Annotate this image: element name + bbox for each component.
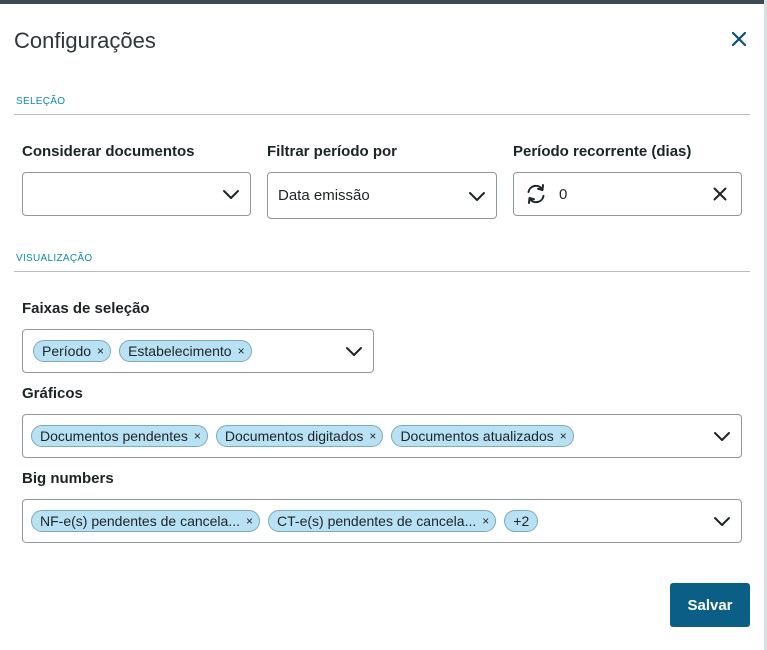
chip-label: CT-e(s) pendentes de cancela... (277, 513, 477, 529)
refresh-icon (527, 184, 545, 204)
clear-icon (713, 187, 727, 201)
chip-label: Estabelecimento (128, 343, 232, 359)
section-visualization-heading: VISUALIZAÇÃO (16, 253, 93, 264)
remove-chip-icon[interactable]: × (246, 514, 253, 528)
consider-documents-select[interactable] (22, 172, 251, 216)
chip-label: NF-e(s) pendentes de cancela... (40, 513, 240, 529)
remove-chip-icon[interactable]: × (482, 514, 489, 528)
chevron-down-icon (223, 190, 239, 199)
remove-chip-icon[interactable]: × (97, 344, 104, 358)
chevron-down-icon (714, 517, 730, 526)
chip: Período × (33, 340, 112, 362)
chip: Documentos atualizados × (391, 425, 574, 447)
more-chips-badge[interactable]: +2 (504, 510, 539, 532)
section-selection-divider (14, 114, 750, 115)
dialog-title: Configurações (14, 28, 156, 53)
chevron-down-icon (346, 347, 362, 356)
filter-period-label: Filtrar período por (267, 143, 398, 160)
big-numbers-label: Big numbers (22, 470, 114, 487)
chip-label: Documentos digitados (224, 428, 364, 444)
charts-label: Gráficos (22, 385, 83, 402)
close-icon (732, 32, 746, 46)
consider-documents-label: Considerar documentos (22, 143, 195, 160)
remove-chip-icon[interactable]: × (238, 344, 245, 358)
charts-multiselect[interactable]: Documentos pendentes × Documentos digita… (22, 414, 742, 458)
clear-button[interactable] (713, 187, 727, 201)
recurring-period-input[interactable]: 0 (513, 172, 742, 216)
chip-label: Documentos pendentes (40, 428, 188, 444)
remove-chip-icon[interactable]: × (560, 429, 567, 443)
chip: Documentos pendentes × (31, 425, 208, 447)
remove-chip-icon[interactable]: × (369, 429, 376, 443)
section-visualization-divider (14, 271, 750, 272)
filter-period-value: Data emissão (278, 187, 370, 204)
close-button[interactable] (726, 26, 752, 52)
chevron-down-icon (469, 191, 485, 201)
chip: NF-e(s) pendentes de cancela... × (31, 510, 261, 532)
recurring-period-label: Período recorrente (dias) (513, 143, 692, 160)
selection-ranges-multiselect[interactable]: Período × Estabelecimento × (22, 329, 374, 373)
selection-ranges-label: Faixas de seleção (22, 300, 150, 317)
chip: Documentos digitados × (215, 425, 384, 447)
chip-label: Período (42, 343, 92, 359)
section-selection-heading: SELEÇÃO (16, 96, 66, 107)
chip-label: Documentos atualizados (400, 428, 554, 444)
chip: CT-e(s) pendentes de cancela... × (268, 510, 497, 532)
remove-chip-icon[interactable]: × (194, 429, 201, 443)
chevron-down-icon (714, 432, 730, 441)
chip: Estabelecimento × (119, 340, 252, 362)
big-numbers-multiselect[interactable]: NF-e(s) pendentes de cancela... × CT-e(s… (22, 499, 742, 543)
save-button[interactable]: Salvar (670, 583, 750, 627)
recurring-period-value: 0 (559, 185, 568, 203)
window-top-bar (0, 0, 767, 4)
filter-period-select[interactable]: Data emissão (267, 172, 497, 219)
